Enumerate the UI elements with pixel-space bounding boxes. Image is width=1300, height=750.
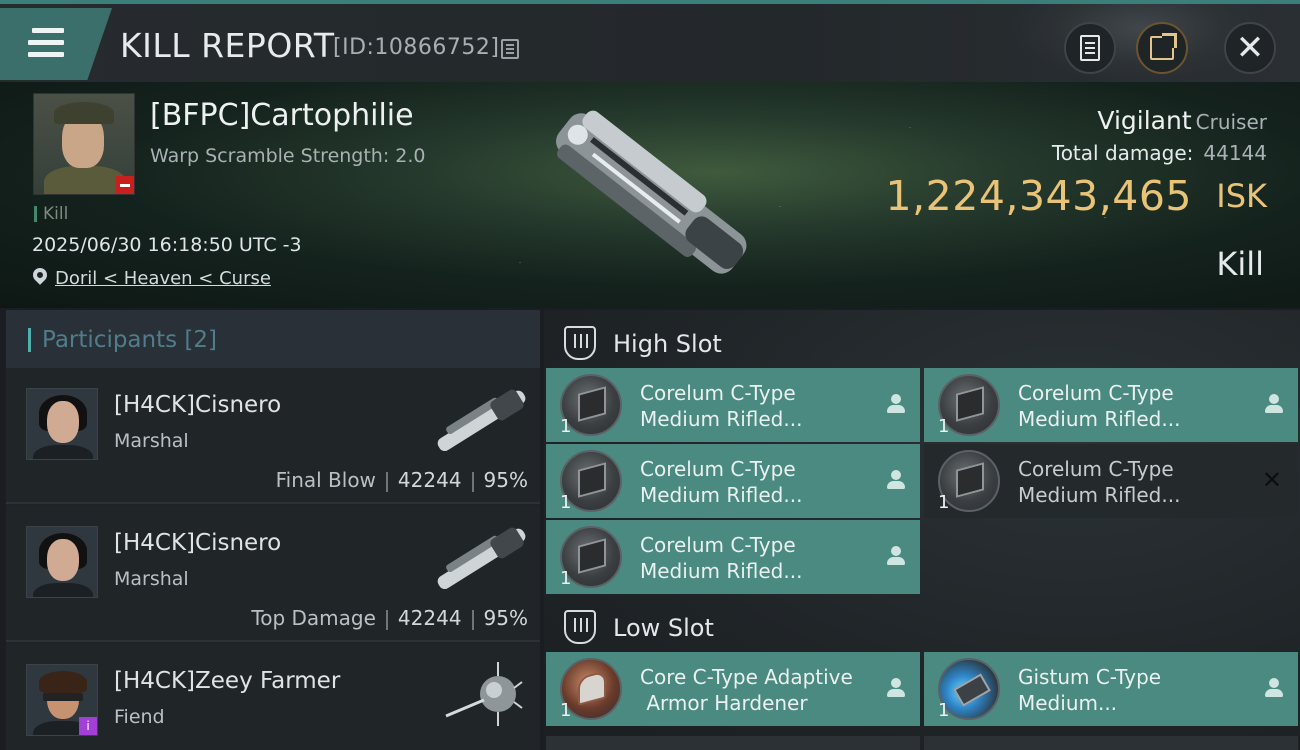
participant-row[interactable]: i [H4CK]Zeey Farmer Fiend (6, 644, 540, 750)
share-icon (1150, 33, 1177, 60)
result-label: Kill (1216, 245, 1264, 283)
participant-row[interactable]: [H4CK]Cisnero Marshal Final Blow 42244 95% (6, 368, 540, 504)
hamburger-icon (28, 28, 64, 58)
high-slot-header: High Slot (544, 314, 1300, 370)
module-quantity: 1 (560, 416, 572, 437)
participant-ship-image (437, 527, 526, 590)
module-item[interactable]: 1 Core C-Type Adaptive Armor Hardener (546, 652, 920, 726)
module-item[interactable]: 1 Corelum C-Type Medium Rifled... (546, 368, 920, 442)
participant-avatar (26, 526, 98, 598)
kill-report-window: KILL REPORT [ID:10866752] ✕ [BFPC]Cartop… (0, 0, 1300, 750)
module-quantity: 1 (560, 568, 572, 589)
result-tag: Kill (34, 206, 68, 223)
high-slot-icon (564, 326, 596, 360)
victim-name[interactable]: [BFPC]Cartophilie (150, 98, 414, 133)
report-id: [ID:10866752] (333, 35, 500, 60)
destroyed-x-icon: ✕ (1261, 466, 1282, 494)
clipboard-button[interactable] (1064, 22, 1116, 74)
module-item[interactable]: 1 Corelum C-Type Medium Rifled... ✕ (924, 444, 1298, 518)
person-icon (886, 546, 906, 566)
standing-minus-icon (116, 176, 134, 194)
module-item[interactable]: 1 Corelum C-Type Medium Rifled... (546, 444, 920, 518)
victim-ship-image (556, 110, 747, 274)
participant-name: [H4CK]Zeey Farmer (114, 668, 341, 694)
participant-damage: 42244 (397, 606, 462, 630)
high-slot-label: High Slot (613, 330, 722, 358)
close-button[interactable]: ✕ (1224, 22, 1276, 74)
participant-ship-image (437, 389, 526, 452)
kill-datetime: 2025/06/30 16:18:50 UTC -3 (32, 234, 302, 256)
person-icon (1264, 678, 1284, 698)
module-quantity: 1 (938, 700, 950, 721)
participant-ship: Marshal (114, 568, 189, 590)
module-quantity: 1 (560, 700, 572, 721)
fitting-panel[interactable]: High Slot 1 Corelum C-Type Medium Rifled.… (544, 310, 1300, 750)
isk-value: 1,224,343,465 (885, 172, 1192, 220)
module-name: Corelum C-Type Medium Rifled... (640, 381, 803, 431)
participants-title: Participants [2] (42, 327, 217, 353)
copy-id-icon[interactable] (501, 39, 519, 59)
total-damage-label: Total damage: (1051, 141, 1194, 165)
participant-percent: 95% (483, 606, 528, 630)
module-item-partial[interactable] (924, 736, 1298, 750)
module-name: Corelum C-Type Medium Rifled... (1018, 457, 1181, 507)
participant-name: [H4CK]Cisnero (114, 530, 282, 556)
warp-scramble-strength: Warp Scramble Strength: 2.0 (150, 145, 426, 167)
person-icon (886, 678, 906, 698)
low-slot-header: Low Slot (544, 598, 1300, 654)
module-item[interactable]: 1 Corelum C-Type Medium Rifled... (546, 520, 920, 594)
participant-stats: Final Blow 42244 95% (276, 468, 528, 492)
module-name: Corelum C-Type Medium Rifled... (640, 533, 803, 583)
participant-percent: 95% (483, 468, 528, 492)
person-icon (1264, 394, 1284, 414)
module-name: Corelum C-Type Medium Rifled... (1018, 381, 1181, 431)
page-title: KILL REPORT (120, 26, 335, 65)
header-bar: KILL REPORT [ID:10866752] ✕ (0, 0, 1300, 84)
kill-location-link[interactable]: Doril < Heaven < Curse (55, 268, 271, 289)
isk-unit: ISK (1216, 177, 1267, 215)
module-item-partial[interactable] (546, 736, 920, 750)
module-item[interactable]: 1 Gistum C-Type Medium... (924, 652, 1298, 726)
participant-avatar (26, 388, 98, 460)
participant-row[interactable]: [H4CK]Cisnero Marshal Top Damage 42244 95% (6, 506, 540, 642)
participants-header: Participants [2] (6, 310, 540, 368)
ship-name: Vigilant (1097, 106, 1192, 135)
ship-class: Cruiser (1195, 110, 1267, 134)
low-slot-label: Low Slot (613, 614, 714, 642)
module-quantity: 1 (938, 492, 950, 513)
participant-ship: Marshal (114, 430, 189, 452)
participant-ship-image (445, 662, 523, 726)
corp-badge-icon: i (79, 717, 97, 735)
victim-ship[interactable]: Vigilant Cruiser (1097, 106, 1267, 135)
participants-panel[interactable]: Participants [2] [H4CK]Cisnero Marshal F… (6, 310, 540, 750)
menu-button[interactable] (0, 8, 112, 80)
clipboard-icon (1080, 35, 1100, 61)
participant-tag: Final Blow (275, 468, 376, 492)
participant-name: [H4CK]Cisnero (114, 392, 282, 418)
low-slot-icon (564, 610, 596, 644)
close-icon: ✕ (1235, 28, 1265, 68)
share-button[interactable] (1136, 22, 1188, 74)
participant-ship: Fiend (114, 706, 165, 728)
module-item[interactable]: 1 Corelum C-Type Medium Rifled... (924, 368, 1298, 442)
module-quantity: 1 (560, 492, 572, 513)
participant-damage: 42244 (397, 468, 462, 492)
module-name: Gistum C-Type Medium... (1018, 665, 1162, 715)
total-damage-value: 44144 (1203, 141, 1267, 165)
module-quantity: 1 (938, 416, 950, 437)
module-name: Core C-Type Adaptive Armor Hardener (640, 665, 853, 715)
participant-stats: Top Damage 42244 95% (251, 606, 528, 630)
person-icon (886, 470, 906, 490)
participant-tag: Top Damage (251, 606, 376, 630)
person-icon (886, 394, 906, 414)
module-name: Corelum C-Type Medium Rifled... (640, 457, 803, 507)
total-damage: Total damage: 44144 (1052, 141, 1267, 165)
